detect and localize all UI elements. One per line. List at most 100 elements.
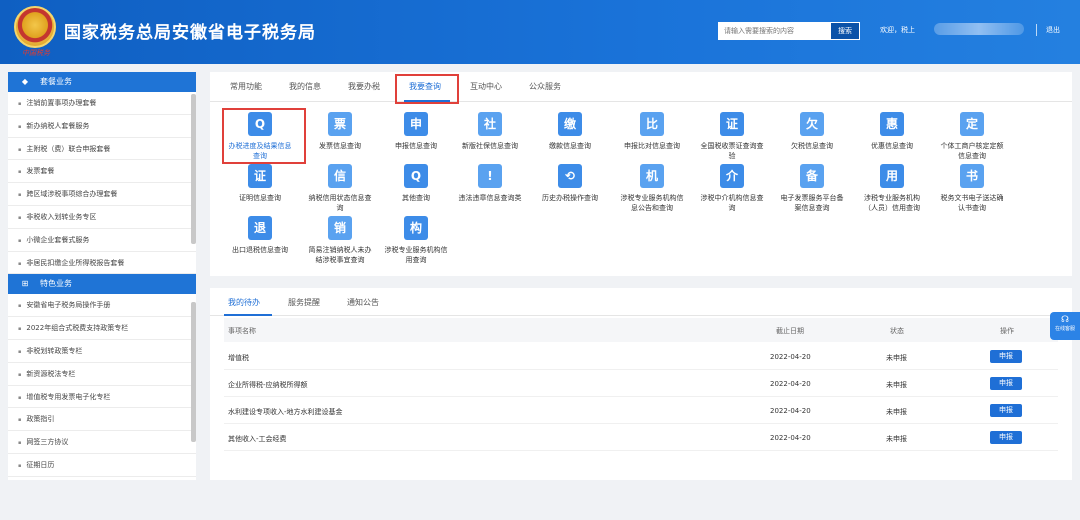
query-item-label: 出口退税信息查询	[232, 246, 288, 254]
sidebar-item[interactable]: 注销前置事项办理套餐	[8, 92, 196, 115]
sidebar-item[interactable]: 征期日历	[8, 454, 196, 477]
online-service-button[interactable]: ☊ 在线客服	[1050, 312, 1080, 340]
query-item[interactable]: 销简易注销纳税人未办结涉税事宜查询	[306, 216, 374, 265]
query-item[interactable]: 申申报信息查询	[382, 112, 450, 151]
row-deadline: 2022-04-20	[770, 353, 811, 361]
query-item-label: 欠税信息查询	[791, 142, 833, 150]
query-item[interactable]: 介涉税中介机构信息查询	[698, 164, 766, 213]
query-item-label: 申报信息查询	[395, 142, 437, 150]
query-item-icon: 退	[248, 216, 272, 240]
query-item[interactable]: 票发票信息查询	[306, 112, 374, 151]
query-item[interactable]: 备电子发票服务平台备案信息查询	[778, 164, 846, 213]
search-input[interactable]	[718, 22, 830, 40]
sidebar-item[interactable]: 安徽省电子税务局操作手册	[8, 294, 196, 318]
row-status: 未申报	[886, 381, 907, 389]
tab-tax-handling[interactable]: 我要办税	[348, 81, 380, 92]
query-item[interactable]: Q 其他查询	[382, 164, 450, 203]
query-item[interactable]: 构涉税专业服务机构信用查询	[382, 216, 450, 265]
row-deadline: 2022-04-20	[770, 434, 811, 442]
query-item-icon: 用	[880, 164, 904, 188]
tab-service-reminder[interactable]: 服务提醒	[288, 297, 320, 308]
declare-button[interactable]: 申报	[990, 431, 1022, 444]
sidebar-item[interactable]: 非税划转政策专栏	[8, 340, 196, 363]
welcome-text: 欢迎，税上	[880, 26, 915, 34]
sidebar: ◆ 套餐业务 注销前置事项办理套餐新办纳税人套餐服务主附税（费）联合申报套餐发票套…	[8, 72, 196, 480]
query-item[interactable]: 定个体工商户核定定额信息查询	[938, 112, 1006, 161]
tab-common[interactable]: 常用功能	[230, 81, 262, 92]
query-item[interactable]: 证证明信息查询	[226, 164, 294, 203]
query-item-icon: 申	[404, 112, 428, 136]
sidebar-item[interactable]: 发票套餐	[8, 160, 196, 184]
query-item-label: 新版社保信息查询	[462, 142, 518, 150]
table-row: 增值税 2022-04-20 未申报 申报	[224, 344, 1058, 370]
online-service-label: 在线客服	[1054, 326, 1075, 332]
tab-public-service[interactable]: 公众服务	[529, 81, 561, 92]
query-item-icon: 机	[640, 164, 664, 188]
sidebar-scrollbar-1[interactable]	[191, 94, 196, 244]
sidebar-item[interactable]: 非居民扣缴企业所得税报告套餐	[8, 252, 196, 275]
query-item[interactable]: 退出口退税信息查询	[226, 216, 294, 255]
col-deadline-header: 截止日期	[776, 327, 804, 335]
query-item-label: 涉税专业服务机构（人员）信用查询	[864, 194, 920, 212]
query-item[interactable]: Q 办税进度及结果信息查询	[226, 112, 294, 161]
search-button[interactable]: 搜索	[830, 22, 860, 40]
row-status: 未申报	[886, 408, 907, 416]
table-row: 水利建设专项收入-地方水利建设基金 2022-04-20 未申报 申报	[224, 398, 1058, 424]
sidebar-section-packages[interactable]: ◆ 套餐业务	[8, 72, 196, 92]
query-item[interactable]: ! 违法违章信息查询类	[456, 164, 524, 203]
tab-my-info[interactable]: 我的信息	[289, 81, 321, 92]
row-status: 未申报	[886, 354, 907, 362]
table-header	[224, 318, 1058, 342]
sidebar-item[interactable]: 网签三方协议	[8, 431, 196, 454]
query-item-label: 发票信息查询	[319, 142, 361, 150]
query-item[interactable]: 缴缴款信息查询	[536, 112, 604, 151]
query-item-icon: 票	[328, 112, 352, 136]
query-item-label: 违法违章信息查询类	[458, 194, 522, 202]
query-item-icon: 信	[328, 164, 352, 188]
sidebar-section-features[interactable]: ⊞ 特色业务	[8, 274, 196, 295]
row-status: 未申报	[886, 435, 907, 443]
sidebar-item[interactable]: 跨区域涉税事项综合办理套餐	[8, 183, 196, 206]
query-item[interactable]: ⟲ 历史办税操作查询	[536, 164, 604, 203]
query-item[interactable]: 社新版社保信息查询	[456, 112, 524, 151]
query-item[interactable]: 用涉税专业服务机构（人员）信用查询	[858, 164, 926, 213]
tab-announcements[interactable]: 通知公告	[347, 297, 379, 308]
function-panel: 常用功能 我的信息 我要办税 我要查询 互动中心 公众服务 Q 办税进度及结果信息…	[210, 72, 1072, 276]
query-item-label: 涉税专业服务机构信息公告和查询	[620, 194, 684, 212]
query-item-label: 个体工商户核定定额信息查询	[940, 142, 1004, 160]
cube-icon: ◆	[21, 77, 29, 86]
query-item[interactable]: 信纳税信用状态信息查询	[306, 164, 374, 213]
query-item[interactable]: 证全国税收票证查询查验	[698, 112, 766, 161]
todo-active-indicator	[224, 314, 272, 316]
declare-button[interactable]: 申报	[990, 404, 1022, 417]
logout-link[interactable]: 退出	[1046, 25, 1060, 35]
query-item[interactable]: 欠欠税信息查询	[778, 112, 846, 151]
query-item-label: 税务文书电子送达确认书查询	[940, 194, 1004, 212]
query-item-icon: 销	[328, 216, 352, 240]
query-item-icon: !	[478, 164, 502, 188]
query-item[interactable]: 机涉税专业服务机构信息公告和查询	[618, 164, 686, 213]
sidebar-item[interactable]: 主附税（费）联合申报套餐	[8, 138, 196, 161]
sidebar-item[interactable]: 增值税专用发票电子化专栏	[8, 386, 196, 409]
sidebar-item[interactable]: 小微企业套餐式服务	[8, 229, 196, 252]
query-item[interactable]: 惠优惠信息查询	[858, 112, 926, 151]
query-item[interactable]: 书税务文书电子送达确认书查询	[938, 164, 1006, 213]
sidebar-item[interactable]: 政策指引	[8, 408, 196, 432]
tab-interaction[interactable]: 互动中心	[470, 81, 502, 92]
sidebar-item[interactable]: 新资源税法专栏	[8, 363, 196, 386]
tab-my-todo[interactable]: 我的待办	[228, 297, 260, 308]
sidebar-scrollbar-2[interactable]	[191, 302, 196, 442]
sidebar-item[interactable]: 新办纳税人套餐服务	[8, 115, 196, 138]
query-item[interactable]: 比申报比对信息查询	[618, 112, 686, 151]
todo-panel: 我的待办 服务提醒 通知公告 事项名称 截止日期 状态 操作 增值税 2022-0…	[210, 288, 1072, 480]
sidebar-item[interactable]: 非税收入划转业务专区	[8, 206, 196, 229]
sidebar-item[interactable]: 2022年组合式税费支持政策专栏	[8, 317, 196, 340]
query-item-label: 涉税中介机构信息查询	[700, 194, 764, 212]
query-item-icon: Q	[248, 112, 272, 136]
query-item-icon: 介	[720, 164, 744, 188]
col-action-header: 操作	[1000, 327, 1014, 335]
declare-button[interactable]: 申报	[990, 350, 1022, 363]
declare-button[interactable]: 申报	[990, 377, 1022, 390]
header-divider	[1036, 24, 1037, 36]
row-name: 其他收入-工会经费	[228, 435, 287, 443]
